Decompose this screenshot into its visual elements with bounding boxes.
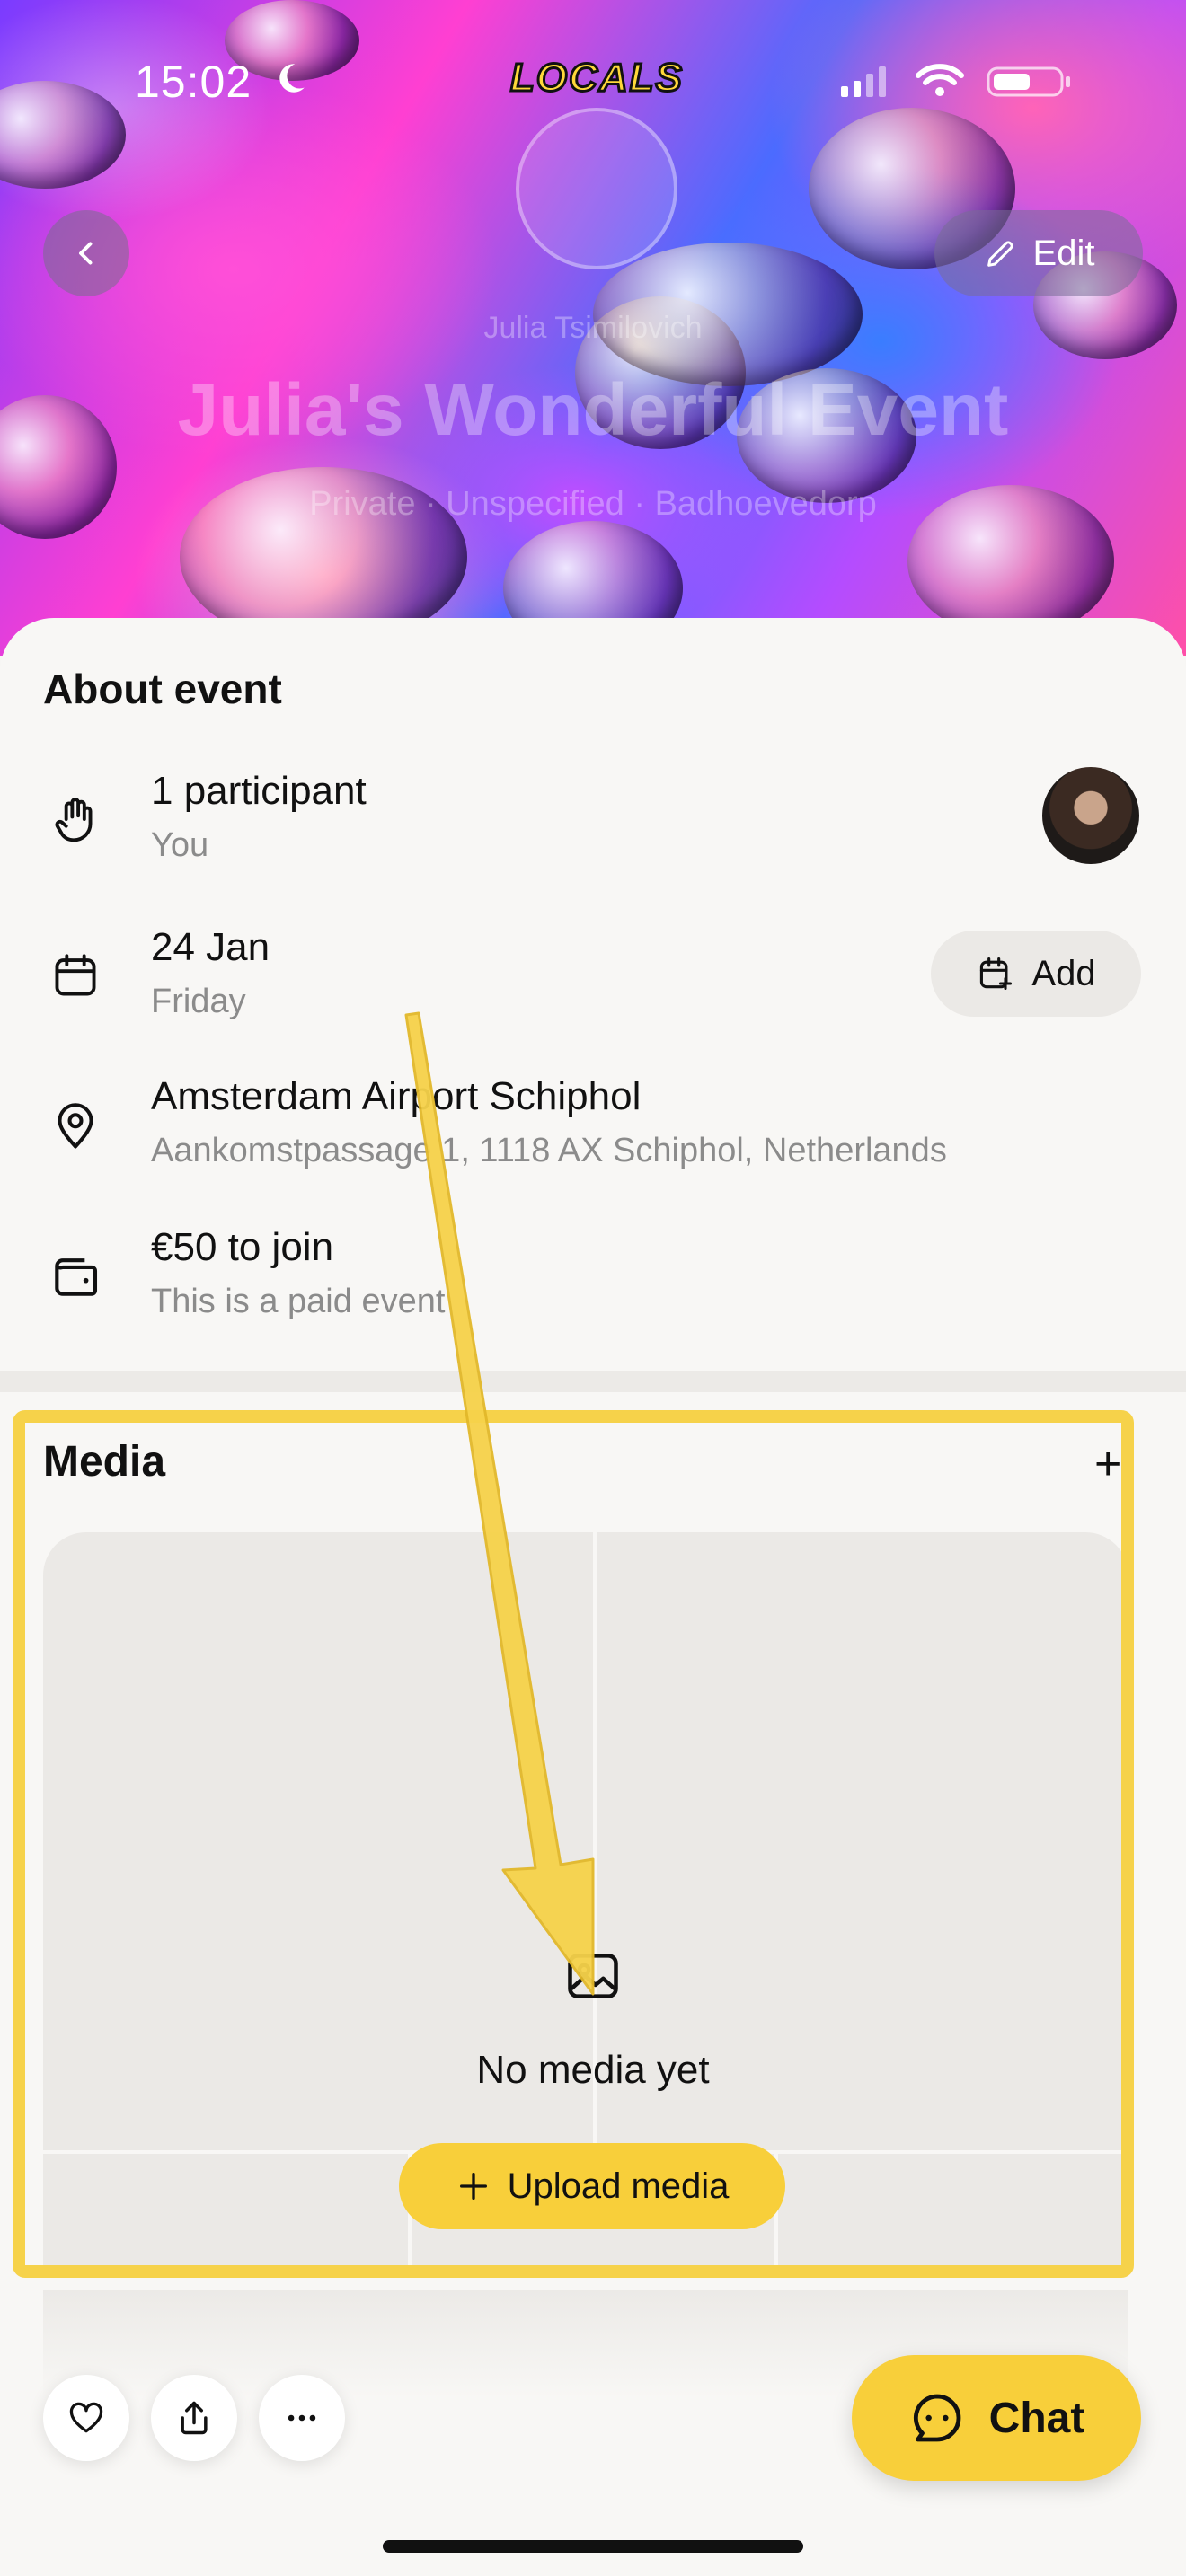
about-event-heading: About event [43, 666, 282, 712]
edit-button[interactable]: Edit [934, 210, 1143, 296]
host-avatar-faded [516, 108, 677, 269]
moon-icon [279, 64, 305, 93]
event-meta: Private · Unspecified · Badhoevedorp [309, 485, 877, 523]
participants-sub: You [151, 826, 209, 864]
chat-button[interactable]: Chat [852, 2355, 1141, 2481]
calendar-add-icon [980, 957, 1013, 991]
price-sub: This is a paid event [151, 1283, 446, 1320]
wallet-icon [43, 1243, 108, 1308]
participant-avatar[interactable] [1042, 767, 1139, 864]
more-button[interactable] [259, 2375, 345, 2461]
price-main: €50 to join [151, 1225, 334, 1269]
status-time: 15:02 [135, 57, 252, 107]
add-to-calendar-button[interactable]: Add [931, 931, 1141, 1017]
chat-label: Chat [988, 2394, 1085, 2442]
wave-hand-icon [43, 787, 108, 851]
section-divider [0, 1371, 1186, 1392]
event-title: Julia's Wonderful Event [177, 369, 1009, 451]
back-button[interactable] [43, 210, 129, 296]
share-button[interactable] [151, 2375, 237, 2461]
more-icon [288, 2414, 316, 2422]
system-status-icons [841, 64, 1070, 97]
like-button[interactable] [43, 2375, 129, 2461]
share-icon [181, 2401, 208, 2435]
location-address[interactable]: Aankomstpassage 1, 1118 AX Schiphol, Net… [151, 1132, 947, 1170]
location-name[interactable]: Amsterdam Airport Schiphol [151, 1074, 641, 1119]
add-label: Add [1031, 953, 1096, 993]
event-weekday: Friday [151, 983, 246, 1020]
home-indicator [383, 2540, 803, 2553]
chat-bubble-icon [913, 2394, 960, 2442]
host-name: Julia Tsimilovich [483, 311, 703, 345]
event-date: 24 Jan [151, 925, 270, 969]
location-pin-icon [43, 1094, 108, 1159]
edit-label: Edit [1032, 233, 1095, 273]
back-icon [79, 242, 93, 265]
media-highlight-frame [13, 1410, 1134, 2278]
heart-icon [69, 2402, 103, 2433]
app-logo: LOCALS [509, 55, 684, 101]
participants-count: 1 participant [151, 769, 367, 813]
edit-pencil-icon [987, 241, 1013, 267]
calendar-icon [43, 943, 108, 1008]
